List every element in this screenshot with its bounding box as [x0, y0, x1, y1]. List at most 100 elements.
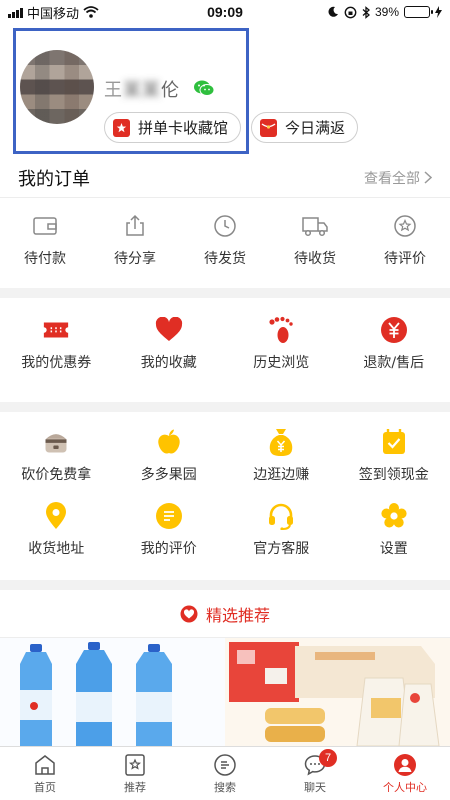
battery-icon — [404, 6, 434, 18]
apple-icon — [155, 428, 183, 456]
status-time: 09:09 — [207, 4, 243, 20]
red-envelope-icon — [260, 118, 277, 137]
recommend-header: 精选推荐 — [0, 590, 450, 638]
section-divider — [0, 580, 450, 590]
order-pending-payment[interactable]: 待付款 — [0, 198, 90, 288]
review-icon — [391, 212, 419, 240]
nickname-start: 王 — [104, 80, 123, 101]
tab-profile[interactable]: 个人中心 — [360, 747, 450, 800]
daily-return-label: 今日满返 — [285, 119, 346, 137]
checkin-cash[interactable]: 签到领现金 — [338, 412, 450, 494]
recommend-title: 精选推荐 — [205, 605, 270, 625]
view-all-orders-link[interactable]: 查看全部 — [364, 168, 432, 188]
service-label: 我的优惠券 — [21, 355, 92, 371]
product-card-cake[interactable] — [225, 638, 450, 746]
cake-box-image — [229, 642, 440, 746]
service-label: 历史浏览 — [253, 355, 310, 371]
view-all-label: 查看全部 — [364, 170, 420, 187]
tab-recommend[interactable]: 推荐 — [90, 747, 180, 800]
money-bag-icon — [267, 428, 295, 456]
browse-history[interactable]: 历史浏览 — [225, 298, 338, 402]
daily-return-button[interactable]: 今日满返 — [251, 112, 359, 143]
profile-header: 王某某伦 拼单卡收藏馆 今日满返 — [0, 24, 450, 158]
orientation-lock-icon — [344, 6, 357, 18]
settings[interactable]: 设置 — [338, 494, 450, 580]
service-label: 我的评价 — [140, 541, 197, 557]
shipping-address[interactable]: 收货地址 — [0, 494, 113, 580]
tab-chat[interactable]: 7 聊天 — [270, 747, 360, 800]
profile-icon — [394, 753, 416, 776]
bargain-free[interactable]: 砍价免费拿 — [0, 412, 113, 494]
service-label: 砍价免费拿 — [21, 467, 92, 483]
status-left: 中国移动 — [8, 3, 153, 22]
checkin-icon — [380, 428, 408, 456]
service-label: 设置 — [379, 541, 408, 557]
wifi-icon — [83, 6, 99, 18]
status-bar: 中国移动 09:09 39% — [0, 0, 450, 24]
wallet-icon — [31, 212, 59, 240]
services-row-2: 砍价免费拿 多多果园 边逛边赚 签到领现金 — [0, 412, 450, 494]
service-label: 收货地址 — [28, 541, 85, 557]
truck-icon — [301, 212, 329, 240]
avatar[interactable] — [20, 50, 94, 124]
search-icon — [214, 753, 236, 776]
battery-percent: 39% — [374, 5, 400, 19]
order-status-label: 待评价 — [384, 251, 426, 267]
coupon-icon — [42, 316, 70, 344]
customer-service[interactable]: 官方客服 — [225, 494, 338, 580]
my-favorites[interactable]: 我的收藏 — [113, 298, 226, 402]
card-collection-label: 拼单卡收藏馆 — [138, 119, 229, 137]
recommend-products — [0, 638, 450, 746]
settings-icon — [380, 502, 408, 530]
order-status-label: 待收货 — [294, 251, 336, 267]
duoduo-orchard[interactable]: 多多果园 — [113, 412, 226, 494]
tab-label: 首页 — [34, 780, 56, 794]
tab-label: 个人中心 — [383, 780, 427, 794]
home-icon — [35, 754, 55, 775]
footprint-icon — [267, 316, 295, 344]
clock-icon — [211, 212, 239, 240]
order-pending-share[interactable]: 待分享 — [90, 198, 180, 288]
carrier-label: 中国移动 — [27, 6, 80, 22]
services-row-3: 收货地址 我的评价 官方客服 设置 — [0, 494, 450, 580]
card-collection-button[interactable]: 拼单卡收藏馆 — [104, 112, 242, 143]
moon-icon — [328, 6, 338, 17]
refund-aftersales[interactable]: 退款/售后 — [338, 298, 450, 402]
order-status-row: 待付款 待分享 待发货 待收货 待评价 — [0, 198, 450, 288]
tab-home[interactable]: 首页 — [0, 747, 90, 800]
chat-unread-badge: 7 — [319, 749, 337, 767]
nickname-end: 伦 — [161, 80, 180, 101]
service-label: 边逛边赚 — [253, 467, 310, 483]
refund-icon — [380, 316, 408, 344]
my-coupons[interactable]: 我的优惠券 — [0, 298, 113, 402]
tab-search[interactable]: 搜索 — [180, 747, 270, 800]
water-bottles-image — [20, 642, 172, 746]
heart-badge-icon — [180, 605, 198, 622]
tab-label: 搜索 — [214, 780, 236, 794]
service-label: 官方客服 — [253, 541, 310, 557]
bluetooth-icon — [362, 5, 370, 19]
order-status-label: 待付款 — [24, 251, 66, 267]
browse-earn[interactable]: 边逛边赚 — [225, 412, 338, 494]
tab-label: 推荐 — [124, 780, 146, 794]
comment-icon — [155, 502, 183, 530]
order-pending-review[interactable]: 待评价 — [360, 198, 450, 288]
orders-title: 我的订单 — [18, 168, 90, 190]
service-label: 我的收藏 — [140, 355, 197, 371]
headset-icon — [267, 502, 295, 530]
status-right: 39% — [297, 5, 443, 19]
order-pending-shipment[interactable]: 待发货 — [180, 198, 270, 288]
tab-label: 聊天 — [304, 780, 326, 794]
product-card-water[interactable] — [0, 638, 225, 746]
bottom-tab-bar: 首页 推荐 搜索 7 聊天 个人中心 — [0, 746, 450, 800]
order-pending-receipt[interactable]: 待收货 — [270, 198, 360, 288]
service-label: 多多果园 — [140, 467, 197, 483]
nickname[interactable]: 王某某伦 — [104, 76, 180, 102]
wechat-icon — [194, 80, 215, 96]
order-status-label: 待分享 — [114, 251, 156, 267]
order-status-label: 待发货 — [204, 251, 246, 267]
charging-icon — [435, 6, 443, 18]
rice-cooker-icon — [42, 428, 70, 456]
share-icon — [121, 212, 149, 240]
my-reviews[interactable]: 我的评价 — [113, 494, 226, 580]
